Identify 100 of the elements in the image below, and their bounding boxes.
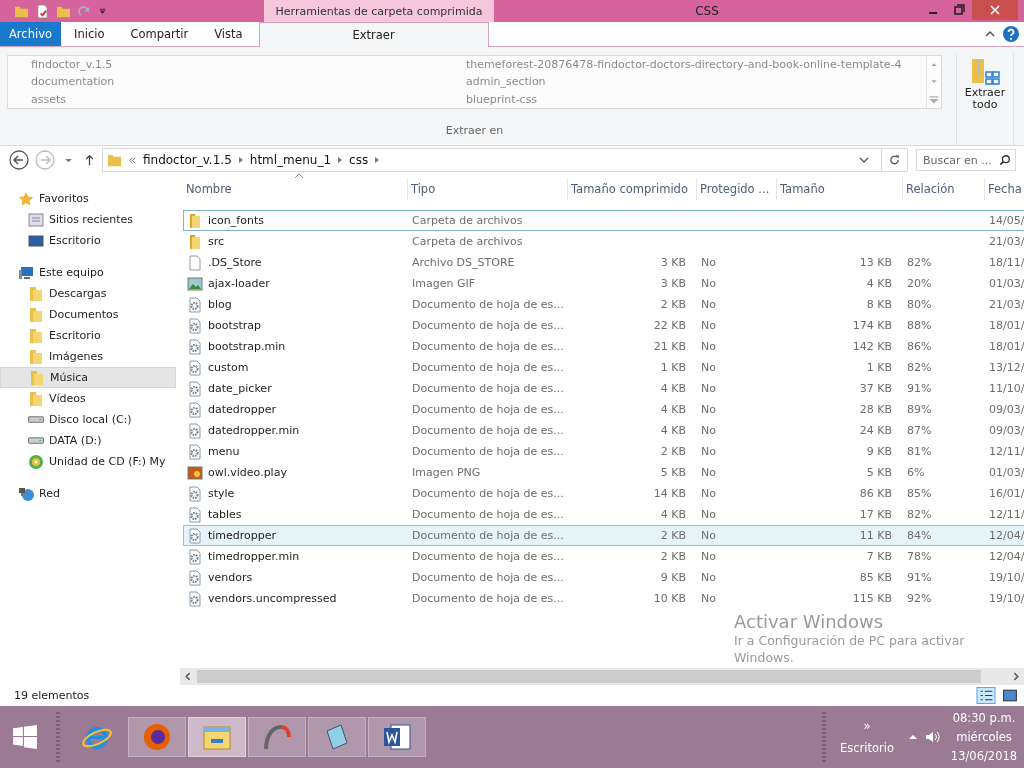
file-row[interactable]: custom Documento de hoja de es... 1 KB No 1 KB 82% 13/12/: [183, 357, 1024, 378]
file-row[interactable]: vendors.uncompressed Documento de hoja de es... 10 KB No 115 KB 92% 19/10/: [183, 588, 1024, 609]
folder-icon: [29, 369, 45, 386]
nav-item[interactable]: Red: [0, 483, 178, 504]
details-view-icon[interactable]: [976, 687, 996, 704]
nav-item[interactable]: Escritorio: [0, 230, 178, 251]
breadcrumb-item[interactable]: findoctor_v.1.5: [143, 153, 232, 167]
table-cell: 6%: [907, 466, 925, 479]
file-row[interactable]: blog Documento de hoja de es... 2 KB No 8 KB 80% 21/03/: [183, 294, 1024, 315]
file-row[interactable]: tables Documento de hoja de es... 4 KB No 17 KB 82% 12/11/: [183, 504, 1024, 525]
table-cell: No: [701, 571, 716, 584]
nav-item[interactable]: DATA (D:): [0, 430, 178, 451]
breadcrumb-arrow-icon[interactable]: [337, 156, 344, 164]
show-hidden-icons-icon[interactable]: [908, 732, 918, 742]
breadcrumb-item[interactable]: css: [349, 153, 369, 167]
dropdown-icon[interactable]: [98, 6, 107, 16]
ribbon-tab[interactable]: Compartir: [117, 22, 202, 46]
back-icon[interactable]: [8, 149, 30, 171]
search-icon: [999, 154, 1011, 166]
file-row[interactable]: owl.video.play Imagen PNG 5 KB No 5 KB 6% 01/03/: [183, 462, 1024, 483]
horizontal-scrollbar[interactable]: [180, 668, 1024, 685]
gear-document-icon: [187, 338, 203, 355]
file-row[interactable]: vendors Documento de hoja de es... 9 KB No 85 KB 91% 19/10/: [183, 567, 1024, 588]
file-row[interactable]: src Carpeta de archivos 21/03/: [183, 231, 1024, 252]
file-row[interactable]: icon_fonts Carpeta de archivos 14/05/: [183, 210, 1024, 231]
taskbar-app[interactable]: [128, 717, 186, 757]
clock-day[interactable]: miércoles: [956, 730, 1012, 744]
table-cell: No: [701, 298, 716, 311]
destination-item[interactable]: documentation: [31, 75, 466, 89]
nav-item[interactable]: Documentos: [0, 304, 178, 325]
file-row[interactable]: ajax-loader Imagen GIF 3 KB No 4 KB 20% 01/03/: [183, 273, 1024, 294]
close-button[interactable]: [972, 0, 1018, 20]
breadcrumb-arrow-icon[interactable]: [374, 156, 381, 164]
table-cell: 17 KB: [859, 508, 892, 521]
column-header[interactable]: Tamaño: [777, 177, 903, 200]
destination-item[interactable]: themeforest-20876478-findoctor-doctors-directory-and-book-online-template-4: [466, 58, 926, 72]
nav-item[interactable]: Este equipo: [0, 262, 178, 283]
file-name: datedropper: [208, 403, 277, 416]
desktop-toolbar-label[interactable]: Escritorio: [840, 741, 894, 755]
destination-item[interactable]: admin_section: [466, 75, 926, 89]
overflow-chevron-icon[interactable]: [128, 155, 137, 165]
destination-item[interactable]: assets: [31, 92, 466, 106]
destination-item[interactable]: findoctor_v.1.5: [31, 58, 466, 72]
file-row[interactable]: date_picker Documento de hoja de es... 4 KB No 37 KB 91% 11/10/: [183, 378, 1024, 399]
ribbon-tab[interactable]: Inicio: [61, 22, 118, 46]
taskbar-app[interactable]: [188, 717, 246, 757]
nav-item[interactable]: Música: [0, 367, 176, 388]
column-header[interactable]: Fecha: [985, 177, 1024, 200]
table-cell: 84%: [907, 529, 932, 542]
file-row[interactable]: bootstrap.min Documento de hoja de es... 21 KB No 142 KB 86% 18/01/: [183, 336, 1024, 357]
document-icon[interactable]: [35, 3, 50, 19]
dropdown-icon[interactable]: [859, 155, 869, 165]
file-row[interactable]: menu Documento de hoja de es... 2 KB No 9 KB 81% 12/11/: [183, 441, 1024, 462]
address-bar[interactable]: findoctor_v.1.5 html_menu_1 css: [102, 148, 908, 172]
nav-item[interactable]: Descargas: [0, 283, 178, 304]
scrollbar-thumb[interactable]: [197, 670, 981, 683]
file-row[interactable]: bootstrap Documento de hoja de es... 22 KB No 174 KB 88% 18/01/: [183, 315, 1024, 336]
column-header[interactable]: Tipo: [408, 177, 568, 200]
ribbon-tab[interactable]: Vista: [201, 22, 256, 46]
table-cell: Imagen PNG: [412, 466, 481, 479]
table-cell: 85%: [907, 487, 932, 500]
file-row[interactable]: style Documento de hoja de es... 14 KB No 86 KB 85% 16/01/: [183, 483, 1024, 504]
tiles-view-icon[interactable]: [1000, 687, 1020, 704]
toolbar-overflow[interactable]: »: [863, 719, 871, 733]
clock-time[interactable]: 08:30 p.m.: [952, 711, 1016, 725]
file-row[interactable]: timedropper.min Documento de hoja de es... 2 KB No 7 KB 78% 12/04/: [183, 546, 1024, 567]
table-cell: 1 KB: [660, 361, 686, 374]
file-row[interactable]: .DS_Store Archivo DS_STORE 3 KB No 13 KB 82% 18/11/: [183, 252, 1024, 273]
file-tab[interactable]: Archivo: [0, 22, 61, 46]
help-icon[interactable]: [1002, 25, 1020, 43]
search-field[interactable]: Buscar en ...: [916, 149, 1016, 171]
gear-document-icon: [187, 443, 203, 460]
breadcrumb-arrow-icon[interactable]: [237, 156, 244, 164]
column-header[interactable]: Tamaño comprimido: [568, 177, 697, 200]
file-row[interactable]: timedropper Documento de hoja de es... 2 KB No 11 KB 84% 12/04/: [183, 525, 1024, 546]
destination-item[interactable]: blueprint-css: [466, 92, 926, 106]
windows-logo-icon[interactable]: [12, 724, 38, 750]
file-row[interactable]: datedropper.min Documento de hoja de es... 4 KB No 24 KB 87% 09/03/: [183, 420, 1024, 441]
table-cell: Documento de hoja de es...: [412, 592, 564, 605]
ribbon-tab[interactable]: Extraer: [258, 22, 489, 47]
table-cell: No: [701, 403, 716, 416]
nav-item[interactable]: Favoritos: [0, 188, 178, 209]
nav-item[interactable]: Disco local (C:): [0, 409, 178, 430]
nav-item[interactable]: Vídeos: [0, 388, 178, 409]
column-header[interactable]: Nombre: [183, 177, 408, 200]
breadcrumb-item[interactable]: html_menu_1: [249, 153, 332, 167]
nav-item[interactable]: Imágenes: [0, 346, 178, 367]
speaker-icon[interactable]: [924, 729, 940, 745]
fox-globe-icon: [141, 721, 173, 753]
nav-item[interactable]: Sitios recientes: [0, 209, 178, 230]
extract-all-button[interactable]: Extraer todo: [956, 53, 1014, 145]
nav-item[interactable]: Escritorio: [0, 325, 178, 346]
nav-item[interactable]: Unidad de CD (F:) My: [0, 451, 178, 472]
table-cell: 89%: [907, 403, 932, 416]
taskbar-app[interactable]: [368, 717, 426, 757]
up-arrow-icon[interactable]: [84, 154, 95, 166]
clock-date[interactable]: 13/06/2018: [950, 749, 1018, 763]
column-header[interactable]: Relación: [903, 177, 985, 200]
file-row[interactable]: datedropper Documento de hoja de es... 4 KB No 28 KB 89% 09/03/: [183, 399, 1024, 420]
column-header[interactable]: Protegido ...: [697, 177, 777, 200]
